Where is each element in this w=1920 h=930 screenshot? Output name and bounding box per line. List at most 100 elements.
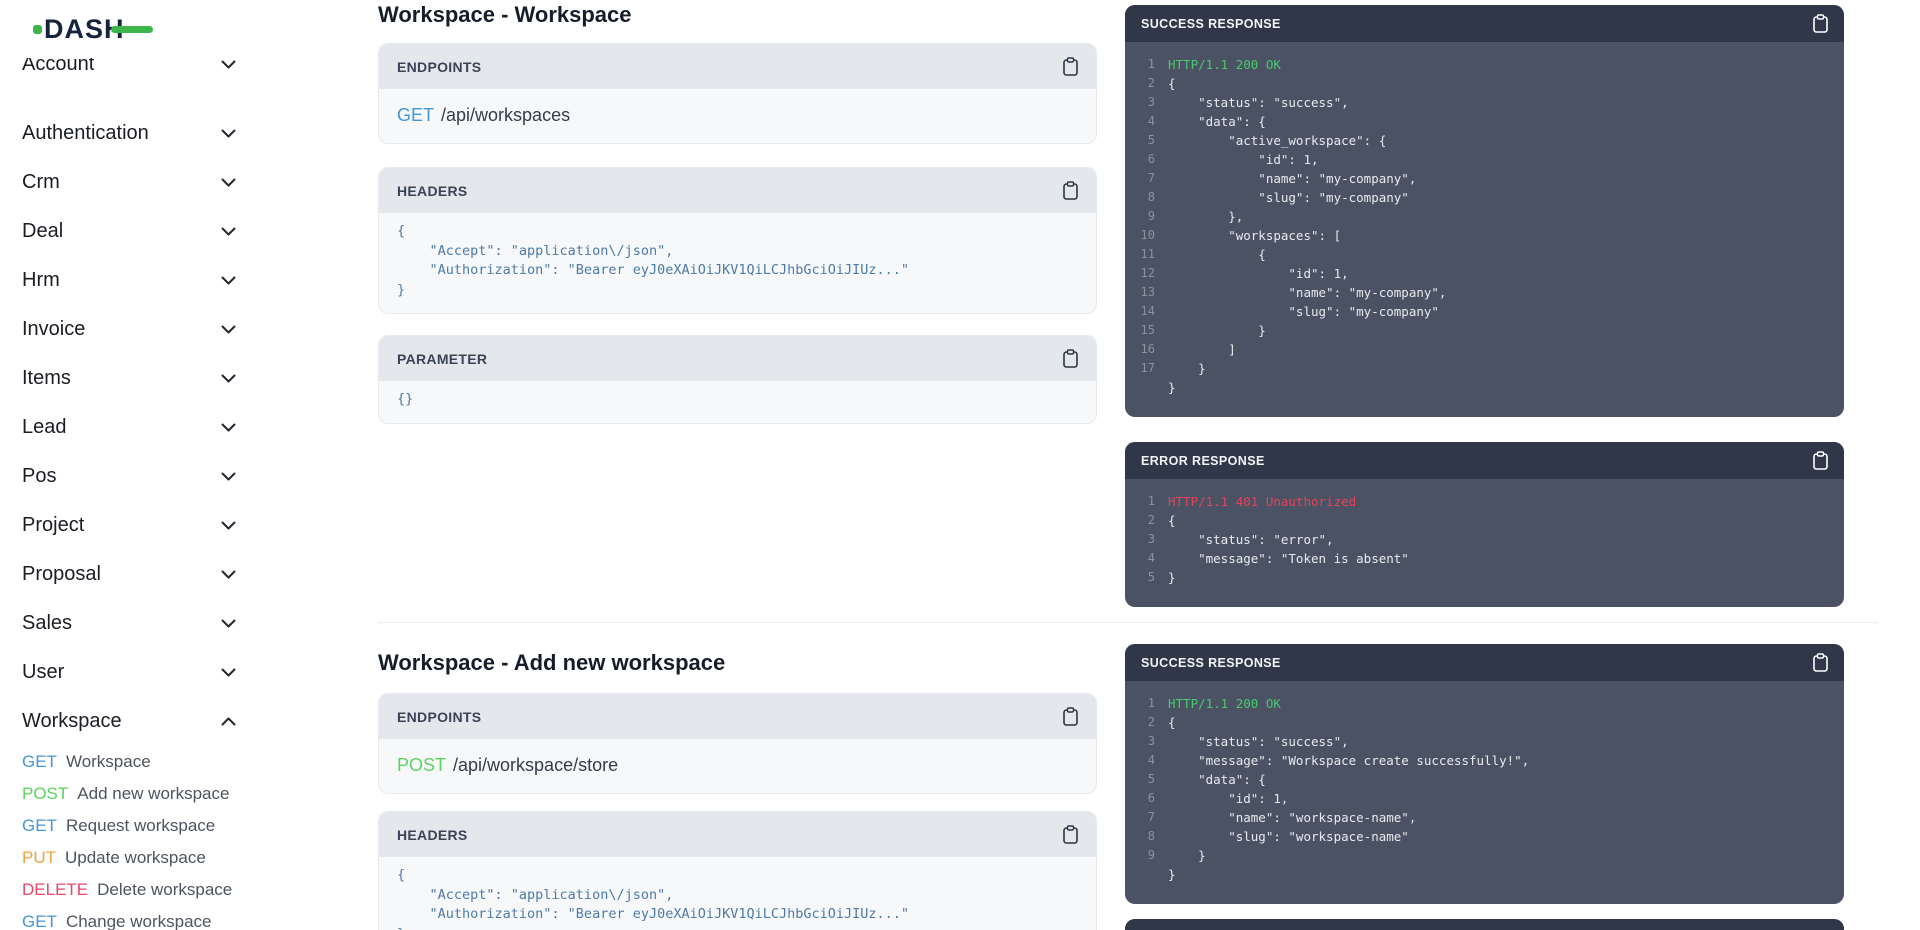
- code-text: "id": 1,: [1168, 150, 1319, 169]
- code-line: }: [1125, 378, 1844, 397]
- code-text: "message": "Token is absent": [1168, 549, 1409, 568]
- workspace-endpoint-list: GET Workspace POST Add new workspace GET…: [0, 746, 262, 930]
- line-number: 3: [1125, 732, 1155, 751]
- method-badge: DELETE: [22, 880, 88, 900]
- panel-title: SUCCESS RESPONSE: [1141, 656, 1281, 670]
- sidebar-category[interactable]: Crm: [0, 158, 262, 207]
- code-line: 9 },: [1125, 207, 1844, 226]
- sidebar-category-label: Lead: [22, 416, 221, 439]
- sidebar-category[interactable]: Authentication: [0, 109, 262, 158]
- sidebar-category-label: User: [22, 661, 221, 684]
- code-text: "workspaces": [: [1168, 226, 1341, 245]
- code-line: 4 "message": "Workspace create successfu…: [1125, 751, 1844, 770]
- endpoint-row: POST/api/workspace/store: [379, 739, 1096, 793]
- sidebar-category[interactable]: Lead: [0, 403, 262, 452]
- parameter-panel: PARAMETER {}: [378, 335, 1097, 424]
- code-line: 7 "name": "my-company",: [1125, 169, 1844, 188]
- panel-header: ENDPOINTS: [379, 44, 1096, 89]
- copy-icon[interactable]: [1813, 451, 1828, 470]
- code-text: HTTP/1.1 401 Unauthorized: [1168, 492, 1356, 511]
- sidebar-category[interactable]: Project: [0, 501, 262, 550]
- sidebar-category[interactable]: Workspace: [0, 697, 262, 746]
- code-line: 11 {: [1125, 245, 1844, 264]
- line-number: 13: [1125, 283, 1155, 302]
- line-number: 7: [1125, 169, 1155, 188]
- code-line: 13 "name": "my-company",: [1125, 283, 1844, 302]
- chevron-down-icon: [221, 423, 236, 432]
- code-line: }: [1125, 865, 1844, 884]
- code-line: 4 "data": {: [1125, 112, 1844, 131]
- logo[interactable]: DASH: [33, 16, 153, 43]
- line-number: 4: [1125, 549, 1155, 568]
- sidebar-category[interactable]: Proposal: [0, 550, 262, 599]
- panel-title: ERROR RESPONSE: [1141, 454, 1265, 468]
- sidebar-category[interactable]: Sales: [0, 599, 262, 648]
- sidebar-category-label: Proposal: [22, 563, 221, 586]
- chevron-down-icon: [221, 227, 236, 236]
- line-number: 2: [1125, 511, 1155, 530]
- endpoint-method: GET: [397, 105, 434, 125]
- sidebar-category[interactable]: Invoice: [0, 305, 262, 354]
- copy-icon[interactable]: [1813, 653, 1828, 672]
- sidebar-category-label: Invoice: [22, 318, 221, 341]
- panel-title: SUCCESS RESPONSE: [1141, 17, 1281, 31]
- line-number: 2: [1125, 713, 1155, 732]
- sidebar-category-label: Workspace: [22, 710, 221, 733]
- code-text: }: [1168, 865, 1176, 884]
- sidebar-endpoint-link[interactable]: PUT Update workspace: [0, 842, 262, 874]
- copy-icon[interactable]: [1063, 181, 1078, 200]
- code-text: "data": {: [1168, 112, 1266, 131]
- sidebar-endpoint-link[interactable]: POST Add new workspace: [0, 778, 262, 810]
- sidebar-endpoint-link[interactable]: GET Workspace: [0, 746, 262, 778]
- code-text: "slug": "workspace-name": [1168, 827, 1409, 846]
- code-line: "Accept": "application\/json",: [397, 886, 1078, 906]
- sidebar-category[interactable]: Items: [0, 354, 262, 403]
- error-response-panel-partial: [1125, 919, 1844, 930]
- sidebar-category[interactable]: Hrm: [0, 256, 262, 305]
- copy-icon[interactable]: [1063, 349, 1078, 368]
- panel-title: ENDPOINTS: [397, 709, 481, 725]
- endpoints-panel: ENDPOINTS GET/api/workspaces: [378, 43, 1097, 144]
- line-number: 5: [1125, 568, 1155, 587]
- line-number: 4: [1125, 751, 1155, 770]
- endpoint-path: /api/workspace/store: [453, 755, 618, 775]
- sidebar-category[interactable]: Pos: [0, 452, 262, 501]
- copy-icon[interactable]: [1813, 14, 1828, 33]
- success-response-panel: SUCCESS RESPONSE 1 HTTP/1.1 200 OK 2 { 3…: [1125, 5, 1844, 417]
- code-line: 7 "name": "workspace-name",: [1125, 808, 1844, 827]
- copy-icon[interactable]: [1063, 825, 1078, 844]
- code-text: "name": "my-company",: [1168, 283, 1446, 302]
- sidebar-category[interactable]: User: [0, 648, 262, 697]
- chevron-down-icon: [221, 668, 236, 677]
- endpoint-path: /api/workspaces: [441, 105, 570, 125]
- code-line: 6 "id": 1,: [1125, 150, 1844, 169]
- line-number: 1: [1125, 55, 1155, 74]
- code-line: 1 HTTP/1.1 200 OK: [1125, 55, 1844, 74]
- code-text: "active_workspace": {: [1168, 131, 1386, 150]
- method-badge: GET: [22, 816, 57, 836]
- success-response-panel: SUCCESS RESPONSE 1 HTTP/1.1 200 OK 2 { 3…: [1125, 644, 1844, 904]
- sidebar-endpoint-link[interactable]: GET Request workspace: [0, 810, 262, 842]
- line-number: 1: [1125, 492, 1155, 511]
- sidebar-endpoint-link[interactable]: DELETE Delete workspace: [0, 874, 262, 906]
- copy-icon[interactable]: [1063, 707, 1078, 726]
- endpoint-link-label: Delete workspace: [97, 880, 232, 900]
- sidebar-endpoint-link[interactable]: GET Change workspace: [0, 906, 262, 930]
- line-number: 17: [1125, 359, 1155, 378]
- sidebar-category-label: Pos: [22, 465, 221, 488]
- copy-icon[interactable]: [1063, 57, 1078, 76]
- line-number: 5: [1125, 770, 1155, 789]
- line-number: [1125, 378, 1155, 397]
- sidebar-category[interactable]: Deal: [0, 207, 262, 256]
- line-number: 12: [1125, 264, 1155, 283]
- endpoint-row: GET/api/workspaces: [379, 89, 1096, 143]
- section-add-new-workspace: Workspace - Add new workspace ENDPOINTS …: [378, 648, 1097, 930]
- response-code: 1 HTTP/1.1 401 Unauthorized 2 { 3 "statu…: [1125, 479, 1844, 607]
- panel-title: HEADERS: [397, 183, 468, 199]
- sidebar-category-label: Hrm: [22, 269, 221, 292]
- code-line: "Accept": "application\/json",: [397, 242, 1078, 262]
- code-line: 1 HTTP/1.1 401 Unauthorized: [1125, 492, 1844, 511]
- chevron-down-icon: [221, 717, 236, 726]
- code-line: }: [397, 281, 1078, 301]
- code-text: {: [1168, 245, 1266, 264]
